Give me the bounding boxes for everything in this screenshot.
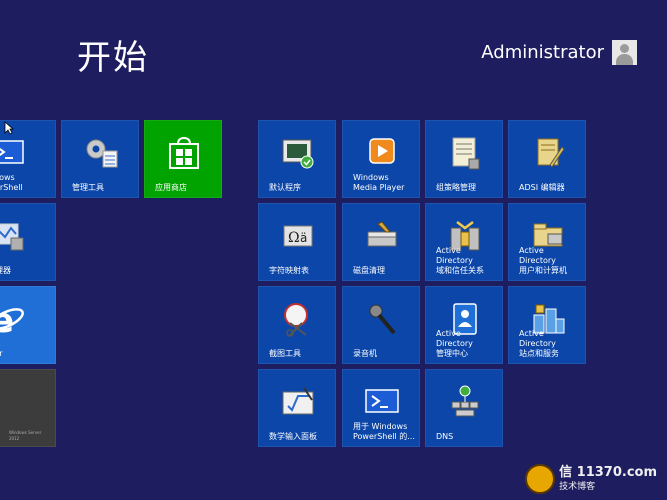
tile-math-input[interactable]: 数学输入面板 <box>258 369 336 447</box>
group-policy-icon <box>452 137 480 170</box>
snipping-icon <box>284 303 308 337</box>
tile-label: Active Directory 域和信任关系 <box>436 246 484 275</box>
tile-label: Active Directory 用户和计算机 <box>519 246 567 275</box>
tile-dns[interactable]: DNS <box>425 369 503 447</box>
admin-tools-icon <box>86 139 118 168</box>
server-manager-icon <box>0 223 24 251</box>
disk-cleanup-icon <box>367 221 397 247</box>
tile-label: 字符映射表 <box>269 266 309 275</box>
ie-icon: e <box>0 301 24 337</box>
svg-text:Ω: Ω <box>288 230 300 246</box>
tile-admin-tools[interactable]: 管理工具 <box>61 120 139 198</box>
tile-default-programs[interactable]: 默认程序 <box>258 120 336 198</box>
tile-ad-users[interactable]: Active Directory 用户和计算机 <box>508 203 586 281</box>
watermark: 信 11370.com 技术博客 <box>525 464 657 494</box>
microphone-icon <box>369 304 396 335</box>
svg-text:ä: ä <box>300 231 307 245</box>
tile-label: ernet plorer <box>0 339 3 358</box>
tile-label: Windows PowerShell <box>0 173 23 192</box>
powershell-icon <box>0 140 24 164</box>
watermark-subtext: 技术博客 <box>559 482 596 492</box>
adsi-icon <box>537 138 565 168</box>
dns-icon <box>451 385 479 417</box>
tile-label: Active Directory 管理中心 <box>436 329 473 358</box>
tile-ad-domains[interactable]: Active Directory 域和信任关系 <box>425 203 503 281</box>
tile-internet-explorer[interactable]: e ernet plorer <box>0 286 56 364</box>
tile-powershell-modules[interactable]: 用于 Windows PowerShell 的... <box>342 369 420 447</box>
tile-media-player[interactable]: Windows Media Player <box>342 120 420 198</box>
svg-text:e: e <box>0 301 14 337</box>
tile-desktop[interactable]: Windows Server 2012 <box>0 369 56 447</box>
tile-ad-admin-center[interactable]: Active Directory 管理中心 <box>425 286 503 364</box>
tile-ad-sites[interactable]: Active Directory 站点和服务 <box>508 286 586 364</box>
tile-label: Windows Server 2012 <box>9 430 42 441</box>
math-input-icon <box>282 387 314 415</box>
charmap-icon: Ω ä <box>283 225 313 247</box>
tile-label: 应用商店 <box>155 183 187 192</box>
tile-label: 截图工具 <box>269 349 301 358</box>
default-programs-icon <box>282 139 314 169</box>
tile-label: 组策略管理 <box>436 183 476 192</box>
tile-label: 录音机 <box>353 349 377 358</box>
tile-snipping-tool[interactable]: 截图工具 <box>258 286 336 364</box>
tile-label: 务管理器 <box>0 266 11 275</box>
tile-label: 用于 Windows PowerShell 的... <box>353 422 415 441</box>
watermark-text: 信 11370.com <box>559 465 657 480</box>
tile-label: Active Directory 站点和服务 <box>519 329 559 358</box>
tile-disk-cleanup[interactable]: 磁盘清理 <box>342 203 420 281</box>
tile-label: 数学输入面板 <box>269 432 317 441</box>
watermark-logo-icon <box>525 464 556 494</box>
tile-label: DNS <box>436 432 454 441</box>
user-name: Administrator <box>481 42 604 63</box>
tile-charmap[interactable]: Ω ä 字符映射表 <box>258 203 336 281</box>
tile-server-manager[interactable]: 务管理器 <box>0 203 56 281</box>
media-player-icon <box>369 138 395 164</box>
user-account[interactable]: Administrator <box>481 40 637 65</box>
tile-label: 管理工具 <box>72 183 104 192</box>
start-title: 开始 <box>77 38 149 78</box>
tile-sound-recorder[interactable]: 录音机 <box>342 286 420 364</box>
tile-label: 磁盘清理 <box>353 266 385 275</box>
tile-label: Windows Media Player <box>353 173 405 192</box>
powershell-modules-icon <box>365 389 399 413</box>
tile-store[interactable]: 应用商店 <box>144 120 222 198</box>
avatar[interactable] <box>612 40 637 65</box>
tile-label: ADSI 编辑器 <box>519 183 565 192</box>
store-icon <box>169 136 199 169</box>
tile-adsi-editor[interactable]: ADSI 编辑器 <box>508 120 586 198</box>
tile-label: 默认程序 <box>269 183 301 192</box>
tile-group-policy[interactable]: 组策略管理 <box>425 120 503 198</box>
mouse-cursor-icon <box>4 121 14 135</box>
